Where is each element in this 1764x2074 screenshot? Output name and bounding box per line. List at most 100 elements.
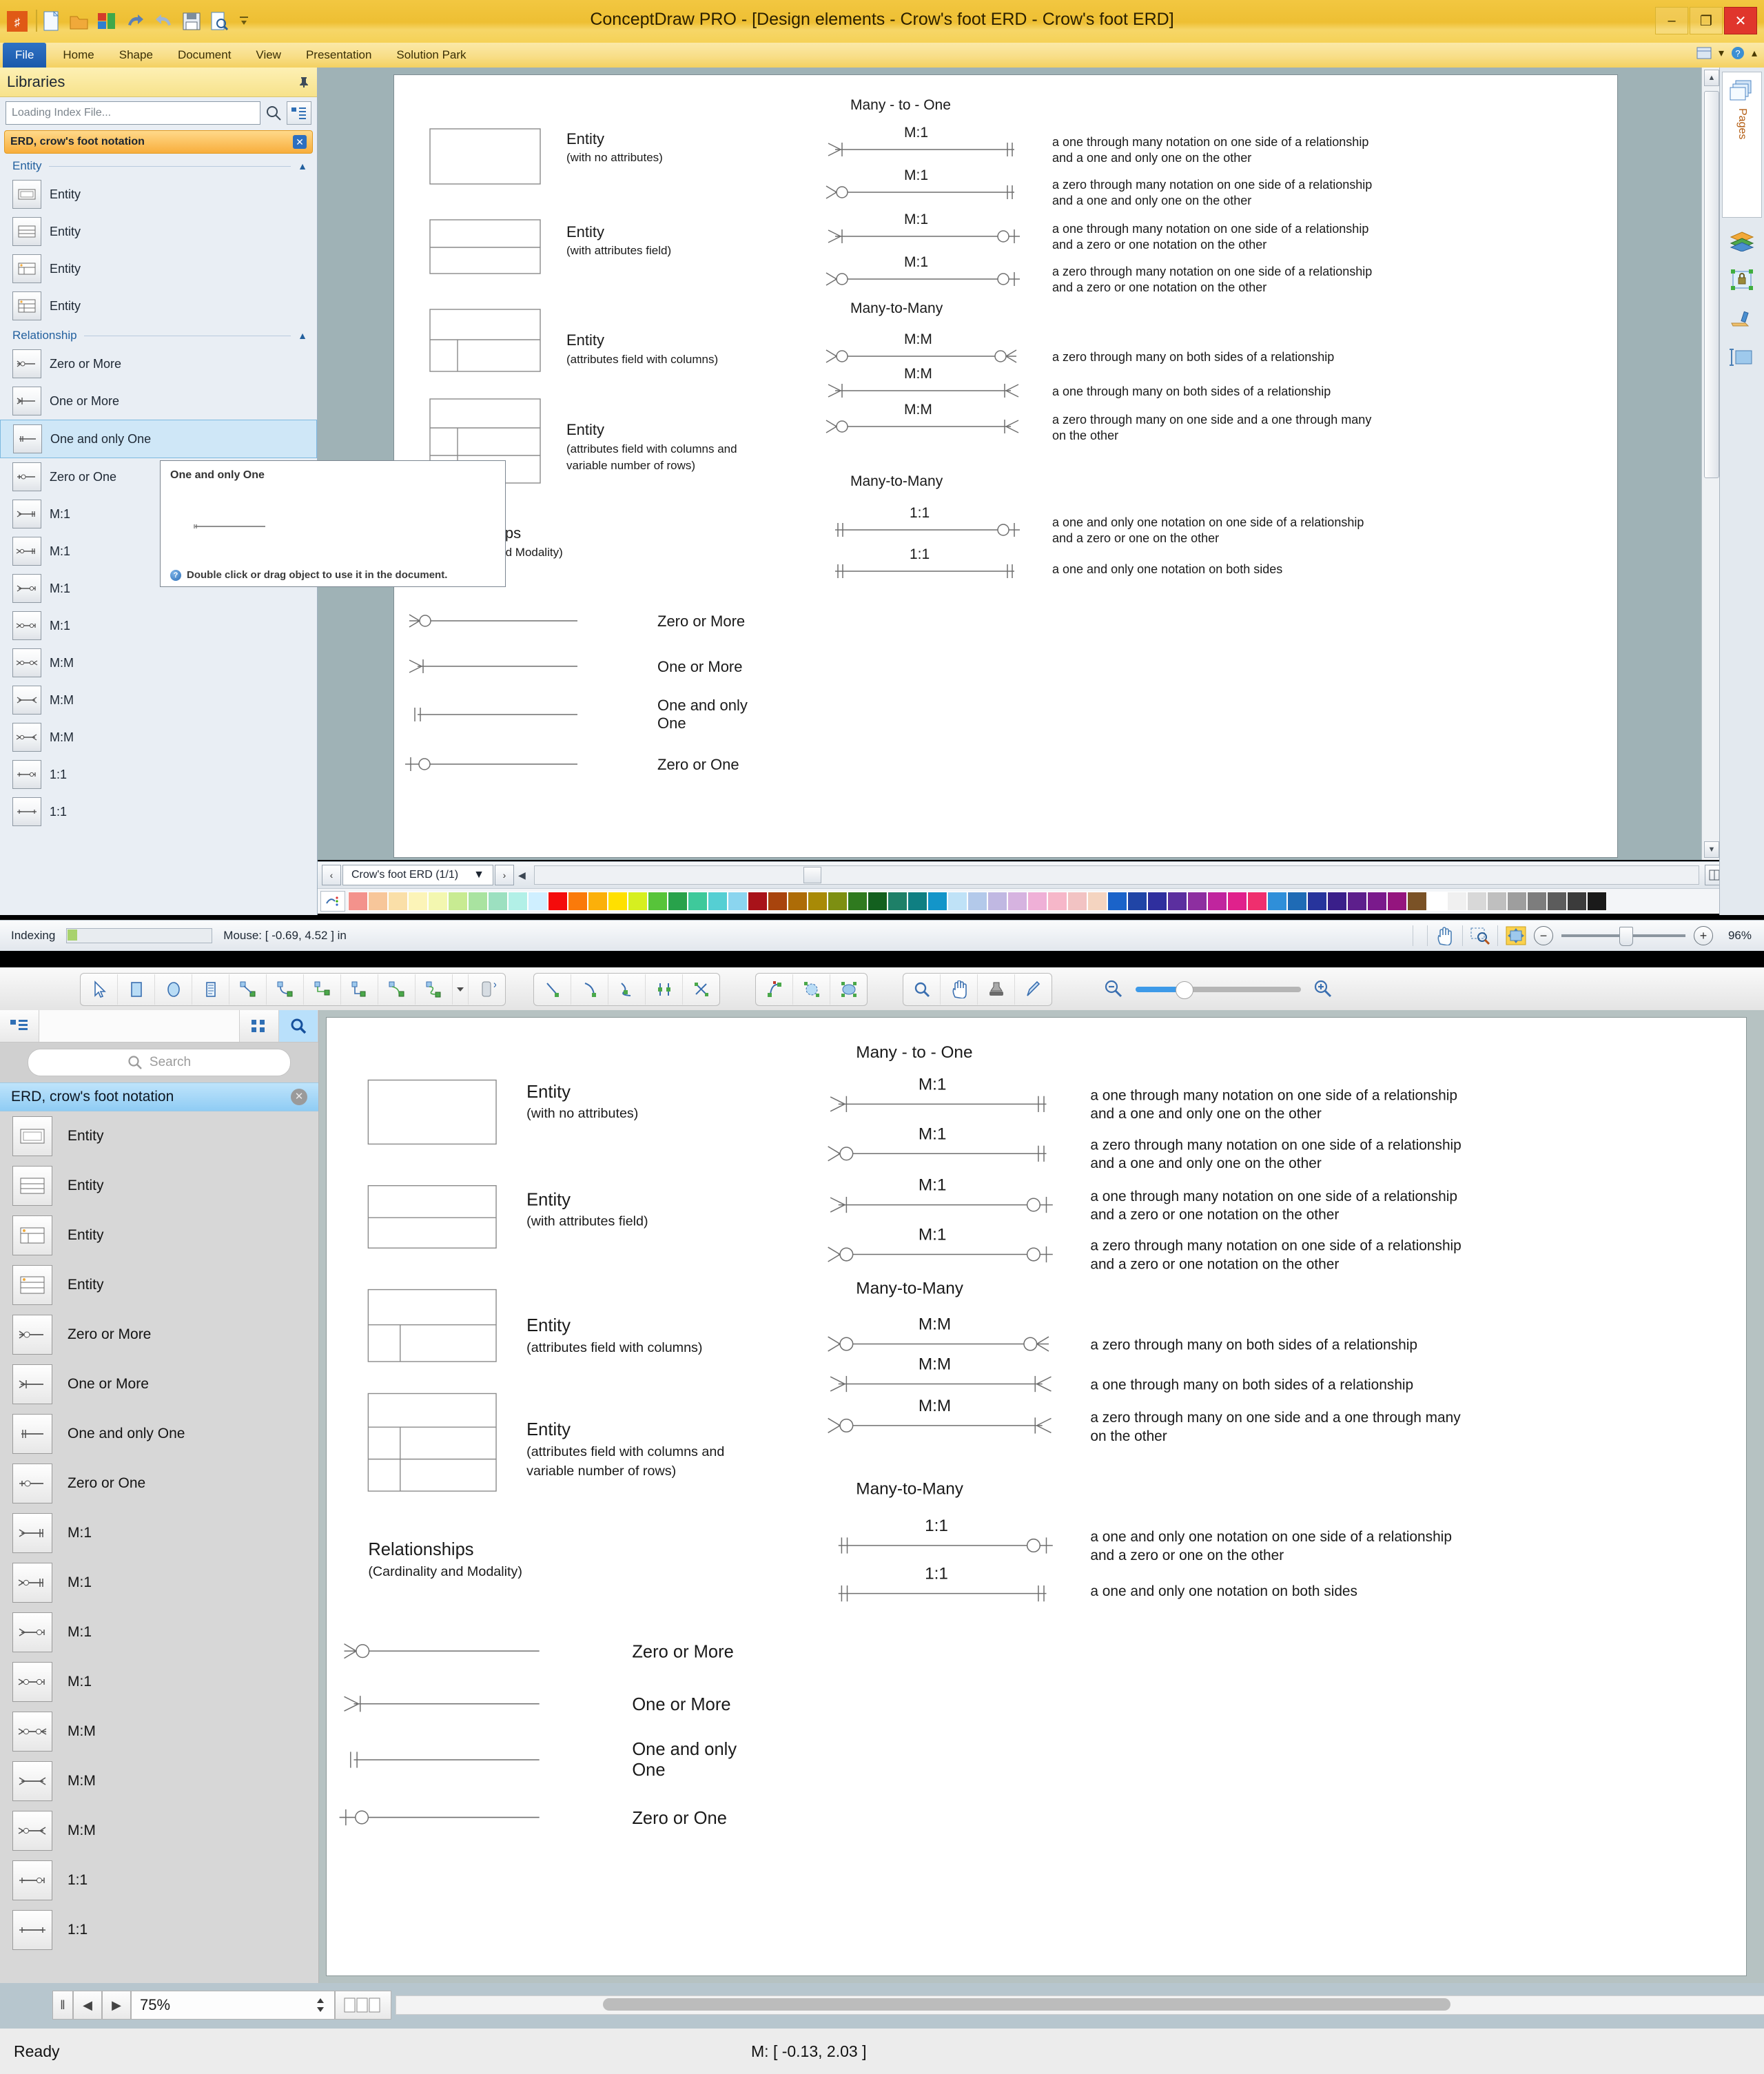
- stepper-icon[interactable]: [315, 1995, 326, 2015]
- chevron-down-icon[interactable]: ▾: [1719, 46, 1724, 60]
- close-icon[interactable]: ✕: [291, 1089, 307, 1105]
- layers-icon[interactable]: [1727, 226, 1757, 256]
- list-item[interactable]: M:1: [0, 1608, 318, 1657]
- minimize-button[interactable]: –: [1655, 7, 1688, 34]
- zoom-slider[interactable]: [1136, 981, 1301, 999]
- list-item[interactable]: M:M: [0, 1806, 318, 1856]
- list-item[interactable]: M:1: [0, 1508, 318, 1558]
- list-item[interactable]: One and only One: [0, 1409, 318, 1459]
- library-item-mm-c[interactable]: M:M: [0, 719, 317, 756]
- scroll-thumb[interactable]: [603, 1998, 1450, 2011]
- help-icon[interactable]: ?: [1731, 46, 1745, 60]
- pause-icon[interactable]: ‖: [52, 1991, 73, 2020]
- zoom-stepper[interactable]: 75%: [131, 1991, 335, 2020]
- scroll-thumb[interactable]: [803, 867, 821, 883]
- tab-solution-park[interactable]: Solution Park: [384, 43, 478, 68]
- right-angle-connector-icon[interactable]: [341, 974, 378, 1005]
- library-item-11-a[interactable]: 1:1: [0, 756, 317, 793]
- search-input[interactable]: Search: [28, 1049, 291, 1076]
- canvas-area[interactable]: Entity (with no attributes) Entity (with…: [318, 68, 1720, 860]
- minimize-ribbon-icon[interactable]: ▴: [1752, 46, 1757, 60]
- library-item-zero-or-more[interactable]: Zero or More: [0, 345, 317, 382]
- scroll-thumb[interactable]: [1704, 91, 1719, 478]
- zoom-in-icon[interactable]: [1312, 978, 1334, 999]
- library-item-11-b[interactable]: 1:1: [0, 793, 317, 830]
- list-item[interactable]: M:M: [0, 1756, 318, 1806]
- palette-options-icon[interactable]: [320, 891, 345, 912]
- arc-icon[interactable]: [571, 974, 608, 1005]
- format-painter-icon[interactable]: [1727, 303, 1757, 333]
- page-next-button[interactable]: ›: [494, 865, 514, 885]
- grid-view-icon[interactable]: [240, 1010, 279, 1042]
- tab-document[interactable]: Document: [165, 43, 243, 68]
- trim-icon[interactable]: [683, 974, 719, 1005]
- library-item-entity-cols[interactable]: Entity: [0, 250, 317, 287]
- list-item[interactable]: One or More: [0, 1359, 318, 1409]
- ellipse-icon[interactable]: [155, 974, 192, 1005]
- tree-view-icon[interactable]: [0, 1010, 39, 1042]
- list-item[interactable]: Zero or One: [0, 1459, 318, 1508]
- page-prev-button[interactable]: ‹: [322, 865, 341, 885]
- line-connector-icon[interactable]: [229, 974, 267, 1005]
- hand-icon[interactable]: [1435, 926, 1455, 945]
- page-horizontal-scrollbar[interactable]: [533, 865, 1699, 885]
- tab-home[interactable]: Home: [50, 43, 106, 68]
- chevron-up-icon[interactable]: ▲: [298, 330, 307, 341]
- zoom-out-button[interactable]: −: [1533, 926, 1553, 945]
- document-page[interactable]: Entity (with no attributes) Entity (with…: [393, 74, 1618, 858]
- connector-dropdown-icon[interactable]: [453, 974, 469, 1005]
- curved-connector-icon[interactable]: [378, 974, 416, 1005]
- prev-page-button[interactable]: ◀: [73, 1991, 102, 2020]
- close-icon[interactable]: ✕: [293, 135, 307, 149]
- chevron-down-icon[interactable]: ▼: [473, 869, 484, 881]
- library-item-one-or-more[interactable]: One or More: [0, 382, 317, 420]
- library-item-one-and-only-one[interactable]: One and only One: [0, 420, 317, 458]
- group-header-entity[interactable]: Entity ▲: [0, 155, 317, 176]
- lock-shape-icon[interactable]: [1727, 265, 1757, 295]
- fit-to-page-icon[interactable]: [1505, 925, 1527, 946]
- list-item[interactable]: 1:1: [0, 1856, 318, 1905]
- restore-button[interactable]: ❐: [1690, 7, 1723, 34]
- canvas-vertical-scrollbar[interactable]: ▲ ▼: [1701, 68, 1720, 860]
- library-title-bar[interactable]: ERD, crow's foot notation ✕: [4, 130, 313, 154]
- list-item[interactable]: Entity: [0, 1260, 318, 1310]
- rotate-icon[interactable]: [756, 974, 793, 1005]
- library-item-mm-a[interactable]: M:M: [0, 644, 317, 681]
- library-item-mm-b[interactable]: M:M: [0, 681, 317, 719]
- list-item[interactable]: 1:1: [0, 1905, 318, 1955]
- zoom-region-icon[interactable]: [1470, 926, 1490, 945]
- list-item[interactable]: Entity: [0, 1161, 318, 1211]
- library-item-entity-plain[interactable]: Entity: [0, 176, 317, 213]
- library-path-field[interactable]: [39, 1010, 240, 1042]
- library-item-entity-rows[interactable]: Entity: [0, 287, 317, 325]
- curve-icon[interactable]: [608, 974, 646, 1005]
- close-button[interactable]: ✕: [1724, 7, 1757, 34]
- pointer-icon[interactable]: [81, 974, 118, 1005]
- pages-tab[interactable]: Pages: [1722, 72, 1762, 218]
- zoom-percent[interactable]: 96%: [1728, 929, 1752, 943]
- next-page-button[interactable]: ▶: [102, 1991, 131, 2020]
- tab-shape[interactable]: Shape: [107, 43, 165, 68]
- zoom-in-button[interactable]: +: [1693, 926, 1713, 945]
- tab-view[interactable]: View: [243, 43, 294, 68]
- straight-line-icon[interactable]: [534, 974, 571, 1005]
- bezier-connector-icon[interactable]: [416, 974, 453, 1005]
- library-item-m1-d[interactable]: M:1: [0, 607, 317, 644]
- reshape-icon[interactable]: [793, 974, 830, 1005]
- search-icon[interactable]: [279, 1010, 318, 1042]
- mac-document-page[interactable]: Entity (with no attributes) Entity (with…: [326, 1017, 1747, 1976]
- scroll-down-arrow[interactable]: ▼: [1704, 841, 1719, 858]
- group-header-relationship[interactable]: Relationship ▲: [0, 325, 317, 345]
- zoom-out-icon[interactable]: [1102, 978, 1125, 999]
- mac-canvas-area[interactable]: Entity (with no attributes) Entity (with…: [319, 1010, 1764, 1983]
- stamp-icon[interactable]: [978, 974, 1015, 1005]
- library-item-list[interactable]: Entity Entity Entity Entity Zero or More…: [0, 1111, 318, 2021]
- node-edit-icon[interactable]: [646, 974, 683, 1005]
- list-item[interactable]: M:M: [0, 1707, 318, 1756]
- view-mode-icon[interactable]: [335, 1991, 391, 2020]
- tree-view-icon[interactable]: [287, 101, 311, 125]
- list-item[interactable]: M:1: [0, 1657, 318, 1707]
- library-search-input[interactable]: Loading Index File...: [6, 101, 260, 125]
- rectangle-icon[interactable]: [118, 974, 155, 1005]
- text-icon[interactable]: [192, 974, 229, 1005]
